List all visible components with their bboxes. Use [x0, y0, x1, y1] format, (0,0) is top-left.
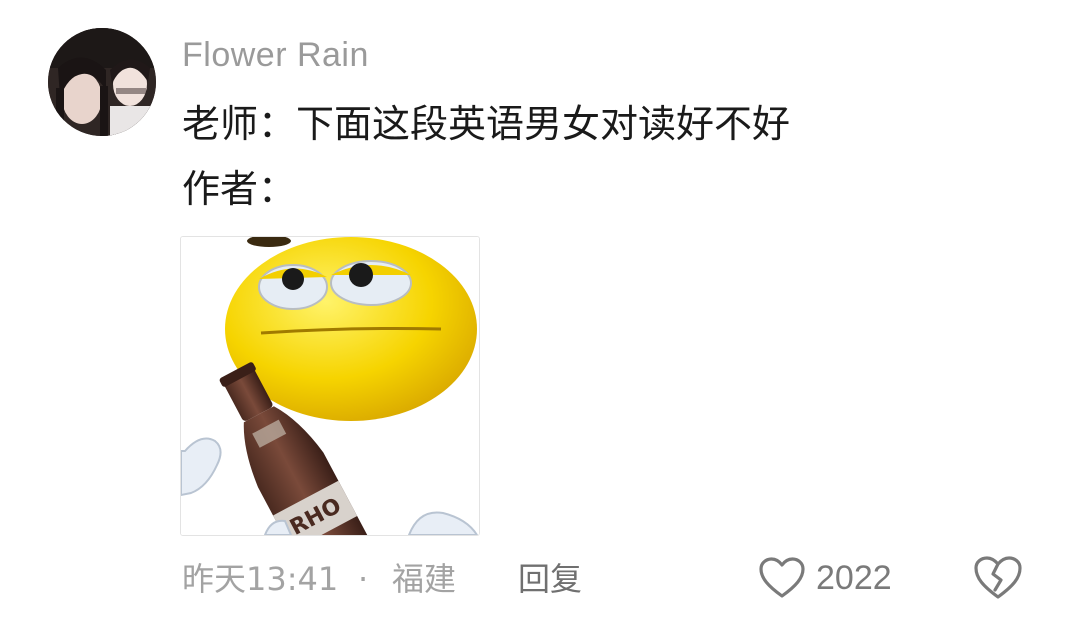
timestamp: 昨天13:41 — [182, 560, 339, 598]
comment-item: Flower Rain 老师：下面这段英语男女对读好不好 作者： RHO 昨天1… — [0, 0, 1068, 636]
like-count: 2022 — [816, 558, 892, 597]
broken-heart-icon — [974, 556, 1022, 599]
reply-button[interactable]: 回复 — [518, 556, 582, 602]
meta-separator: · — [358, 560, 369, 598]
username[interactable]: Flower Rain — [182, 36, 369, 75]
like-button[interactable]: 2022 — [758, 554, 892, 602]
avatar-photo — [48, 28, 156, 136]
dislike-button[interactable] — [972, 554, 1024, 602]
smiley-beer-icon: RHO — [181, 237, 479, 535]
avatar[interactable] — [48, 28, 156, 136]
comment-text-line-1: 老师：下面这段英语男女对读好不好 — [182, 102, 791, 146]
location: 福建 — [392, 560, 457, 598]
sticker-image[interactable]: RHO — [180, 236, 480, 536]
comment-text-line-2: 作者： — [182, 167, 297, 211]
heart-outline-icon — [759, 557, 805, 598]
